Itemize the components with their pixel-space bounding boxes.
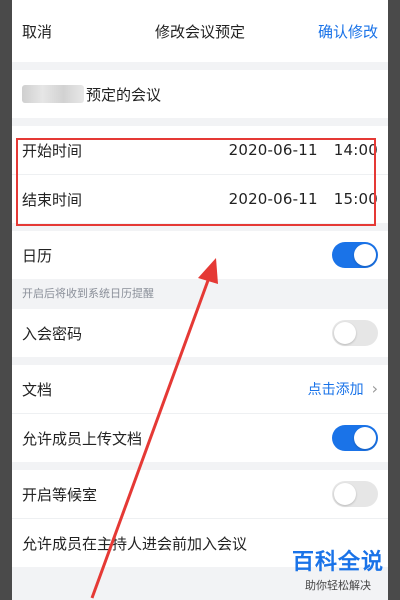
arrow-shaft bbox=[90, 274, 212, 599]
watermark-logo: 百科全说 助你轻松解决 bbox=[282, 544, 394, 594]
watermark-sub-text: 助你轻松解决 bbox=[305, 579, 371, 592]
arrow-head bbox=[198, 258, 218, 284]
watermark-main-text: 百科全说 bbox=[291, 550, 384, 575]
annotation-arrow-icon bbox=[90, 258, 218, 599]
